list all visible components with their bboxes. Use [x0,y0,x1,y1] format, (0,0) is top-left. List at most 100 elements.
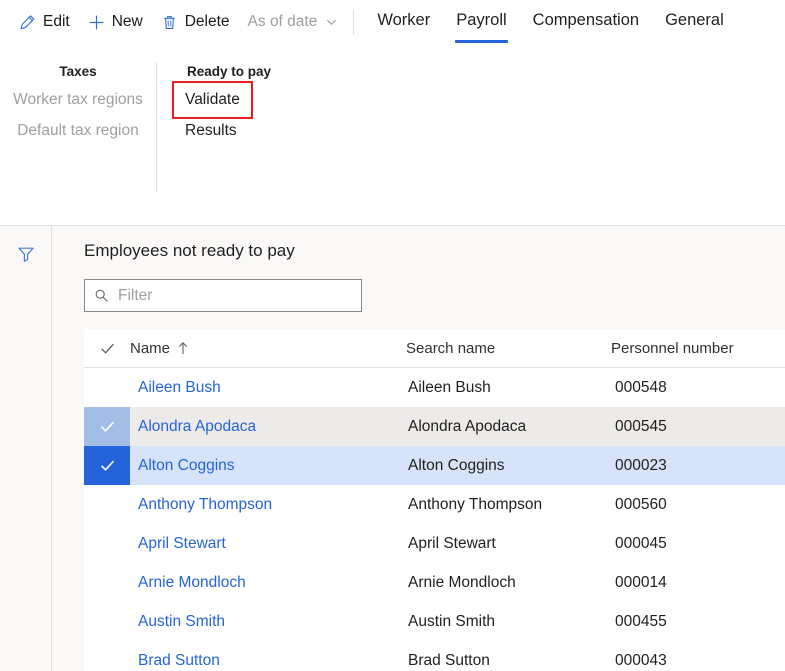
cell-name: Austin Smith [130,602,406,641]
select-all-checkmark-icon[interactable] [84,329,130,367]
grid-header: Name Search name Personnel number [84,329,785,369]
row-checkmark-icon[interactable] [84,641,130,671]
row-select-cell[interactable] [84,602,130,641]
cell-name: Aileen Bush [130,368,406,408]
row-select-cell[interactable] [84,407,130,447]
chevron-down-icon [324,15,338,29]
employees-grid: Name Search name Personnel number Aileen… [84,329,785,671]
action-pane: Taxes Worker tax regions Default tax regio… [0,55,785,225]
personnel-number-value: 000455 [615,612,667,630]
cell-personnel-number: 000455 [611,602,785,641]
row-checkmark-icon[interactable] [84,602,130,641]
action-item-validate[interactable]: Validate [172,81,253,119]
command-button-label: As of date [247,13,318,30]
command-bar-actions: Edit New Delete As of date [0,0,347,44]
filter-input[interactable] [116,279,353,313]
cell-name: Arnie Mondloch [130,563,406,602]
command-button-label: Edit [43,13,70,30]
cell-name: Brad Sutton [130,641,406,671]
row-checkmark-icon[interactable] [84,563,130,602]
employee-name-link[interactable]: April Stewart [130,535,406,553]
filter-pane-button[interactable] [10,239,42,271]
tab-compensation[interactable]: Compensation [520,0,652,40]
table-row[interactable]: Anthony Thompson Anthony Thompson 000560 [84,485,785,524]
row-checkmark-icon[interactable] [84,524,130,563]
personnel-number-value: 000045 [615,534,667,552]
table-row[interactable]: April Stewart April Stewart 000045 [84,524,785,563]
column-header-personnel-number-label: Personnel number [611,339,734,357]
table-row[interactable]: Brad Sutton Brad Sutton 000043 [84,641,785,671]
column-header-personnel-number[interactable]: Personnel number [611,329,785,369]
personnel-number-value: 000014 [615,573,667,591]
row-checkmark-icon[interactable] [84,485,130,524]
payroll-worker-page: Edit New Delete As of date Worker Payroll Com… [0,0,785,671]
employee-name-link[interactable]: Alondra Apodaca [130,418,406,436]
column-header-search-name-label: Search name [406,339,496,357]
cell-personnel-number: 000043 [611,641,785,671]
personnel-number-value: 000023 [615,456,667,474]
personnel-number-value: 000545 [615,417,667,435]
row-select-cell[interactable] [84,641,130,671]
command-new-button[interactable]: New [79,6,152,38]
tab-worker[interactable]: Worker [364,0,443,40]
row-select-cell[interactable] [84,485,130,524]
row-select-cell[interactable] [84,368,130,408]
row-checkmark-icon[interactable] [84,407,130,447]
column-header-name[interactable]: Name [130,329,406,369]
row-select-cell[interactable] [84,524,130,563]
search-name-value: Alton Coggins [408,456,505,474]
row-checkmark-icon[interactable] [84,368,130,407]
tab-payroll[interactable]: Payroll [443,0,519,43]
left-rail [0,226,52,671]
table-row[interactable]: Aileen Bush Aileen Bush 000548 [84,368,785,408]
row-select-cell[interactable] [84,563,130,602]
tab-label: Payroll [456,10,507,29]
sort-ascending-icon [177,341,189,355]
table-row[interactable]: Austin Smith Austin Smith 000455 [84,602,785,641]
command-edit-button[interactable]: Edit [10,6,79,38]
cell-search-name: Arnie Mondloch [406,563,611,602]
filter-box[interactable] [84,279,362,313]
employee-name-link[interactable]: Austin Smith [130,613,406,631]
command-button-label: Delete [184,13,230,30]
employee-name-link[interactable]: Aileen Bush [130,379,406,397]
employee-name-link[interactable]: Arnie Mondloch [130,574,406,592]
table-row[interactable]: Arnie Mondloch Arnie Mondloch 000014 [84,563,785,602]
funnel-icon [16,244,36,267]
cell-search-name: Alton Coggins [406,446,611,485]
action-group-items: Validate Results [172,81,281,145]
table-row[interactable]: Alton Coggins Alton Coggins 000023 [84,446,785,486]
panel-title: Employees not ready to pay [84,241,295,260]
pencil-icon [19,14,36,31]
tab-label: Compensation [532,10,640,29]
action-item-results[interactable]: Results [177,117,245,145]
cell-personnel-number: 000045 [611,524,785,563]
table-row[interactable]: Alondra Apodaca Alondra Apodaca 000545 [84,407,785,447]
search-name-value: Alondra Apodaca [408,417,527,435]
employee-name-link[interactable]: Anthony Thompson [130,496,406,514]
cell-search-name: Aileen Bush [406,368,611,408]
employees-grid-wrapper: Name Search name Personnel number Aileen… [84,329,785,671]
row-checkmark-icon[interactable] [84,446,130,486]
command-as-of-date-button: As of date [239,6,348,38]
employee-name-link[interactable]: Brad Sutton [130,652,406,670]
search-name-value: Arnie Mondloch [408,573,516,591]
command-delete-button[interactable]: Delete [152,6,239,38]
action-group-title: Ready to pay [187,64,272,79]
cell-search-name: April Stewart [406,524,611,563]
plus-icon [88,14,105,31]
search-name-value: Brad Sutton [408,651,490,669]
search-icon [93,288,109,304]
employee-name-link[interactable]: Alton Coggins [130,457,406,475]
cell-personnel-number: 000545 [611,407,785,446]
row-select-cell[interactable] [84,446,130,486]
column-header-name-label: Name [130,339,171,357]
column-header-select-all[interactable] [84,329,130,369]
cell-search-name: Anthony Thompson [406,485,611,524]
action-group-ready-to-pay: Ready to pay Validate Results [157,55,281,194]
cell-personnel-number: 000014 [611,563,785,602]
tab-general[interactable]: General [652,0,737,40]
column-header-search-name[interactable]: Search name [406,329,611,369]
search-name-value: Anthony Thompson [408,495,543,513]
search-name-value: Aileen Bush [408,378,491,396]
